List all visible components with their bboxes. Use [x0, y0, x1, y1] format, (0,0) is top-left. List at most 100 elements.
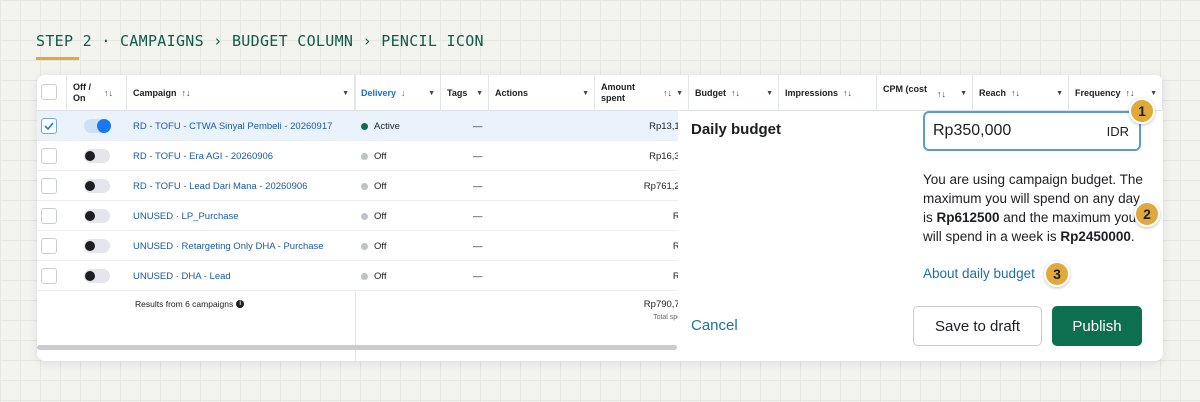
- sort-icon: ↑↓: [1011, 88, 1021, 98]
- status-dot-icon: [361, 182, 368, 190]
- toggle-switch[interactable]: [84, 269, 110, 283]
- amount-spent: Rp13,15: [649, 120, 685, 132]
- toggle-knob: [85, 271, 95, 281]
- chevron-down-icon[interactable]: ▼: [1056, 90, 1063, 97]
- col-campaign[interactable]: Campaign ↑↓ ▼: [127, 75, 355, 111]
- col-amount-label: Amount spent: [601, 82, 635, 103]
- status-dot-icon: [361, 122, 368, 130]
- tags-value: —: [473, 120, 483, 132]
- campaign-name-link[interactable]: UNUSED · Retargeting Only DHA - Purchase: [133, 231, 324, 261]
- delivery-status: Off: [361, 261, 387, 291]
- publish-button[interactable]: Publish: [1052, 306, 1142, 346]
- campaign-name-link[interactable]: RD - TOFU - CTWA Sinyal Pembeli - 202609…: [133, 111, 332, 141]
- cancel-button[interactable]: Cancel: [691, 317, 738, 334]
- max-day-value: Rp612500: [936, 210, 1000, 225]
- toggle-knob: [97, 119, 111, 133]
- chevron-down-icon[interactable]: ▼: [960, 90, 967, 97]
- col-cpm[interactable]: CPM (cost ↑↓ ▼: [877, 75, 973, 111]
- step-badge-2: 2: [1134, 201, 1160, 227]
- col-onoff-label: Off / On: [73, 82, 91, 103]
- campaign-name-link[interactable]: UNUSED · DHA - Lead: [133, 261, 231, 291]
- sort-icon: ↑↓: [731, 88, 740, 98]
- row-checkbox[interactable]: [41, 178, 57, 194]
- toggle-switch[interactable]: [84, 149, 110, 163]
- chevron-down-icon[interactable]: ▼: [582, 90, 589, 97]
- step-badge-1: 1: [1129, 98, 1155, 124]
- step-label: STEP 2 · CAMPAIGNS › BUDGET COLUMN › PEN…: [36, 32, 484, 50]
- toggle-switch[interactable]: [84, 119, 111, 133]
- chevron-down-icon[interactable]: ▼: [766, 90, 773, 97]
- tags-value: —: [473, 240, 483, 252]
- currency-label: IDR: [1106, 124, 1129, 139]
- campaign-name-link[interactable]: RD - TOFU - Lead Dari Mana - 20260906: [133, 171, 307, 201]
- header-select-all[interactable]: [37, 75, 67, 111]
- horizontal-scrollbar[interactable]: [37, 345, 677, 350]
- row-checkbox[interactable]: [41, 238, 57, 254]
- sort-icon: ↑↓: [1125, 88, 1135, 98]
- col-frequency-label: Frequency: [1075, 88, 1121, 98]
- col-amount[interactable]: Amount spent ↑↓ ▼: [595, 75, 689, 111]
- sort-icon: ↑↓: [104, 87, 113, 98]
- sort-icon: ↑↓: [937, 89, 947, 99]
- tags-value: —: [473, 150, 483, 162]
- campaign-name-link[interactable]: UNUSED · LP_Purchase: [133, 201, 239, 231]
- info-icon[interactable]: i: [236, 300, 245, 308]
- chevron-down-icon[interactable]: ▼: [476, 90, 483, 97]
- tags-value: —: [473, 180, 483, 192]
- about-daily-budget-link[interactable]: About daily budget: [923, 266, 1035, 281]
- chevron-down-icon[interactable]: ▼: [342, 90, 349, 97]
- chevron-down-icon[interactable]: ▼: [1150, 90, 1157, 97]
- chevron-down-icon[interactable]: ▼: [428, 90, 435, 97]
- toggle-knob: [85, 181, 95, 191]
- col-actions[interactable]: Actions ▼: [489, 75, 595, 111]
- col-tags[interactable]: Tags ▼: [441, 75, 489, 111]
- sort-icon: ↑↓: [663, 87, 672, 98]
- row-checkbox[interactable]: [41, 148, 57, 164]
- toggle-knob: [85, 241, 95, 251]
- campaign-name-link[interactable]: RD - TOFU - Era AGI - 20260906: [133, 141, 273, 171]
- popover-title: Daily budget: [691, 121, 782, 138]
- delivery-text: Off: [374, 180, 387, 192]
- delivery-text: Off: [374, 210, 387, 222]
- delivery-text: Active: [374, 120, 400, 132]
- col-delivery[interactable]: Delivery ↓ ▼: [355, 75, 441, 111]
- daily-budget-input[interactable]: [933, 120, 1093, 142]
- amount-spent: Rp: [597, 231, 685, 261]
- status-dot-icon: [361, 242, 368, 250]
- toggle-knob: [85, 211, 95, 221]
- delivery-status: Active: [361, 111, 400, 141]
- col-budget[interactable]: Budget ↑↓ ▼: [689, 75, 779, 111]
- row-checkbox[interactable]: [41, 268, 57, 284]
- toggle-switch[interactable]: [84, 239, 110, 253]
- select-all-checkbox[interactable]: [41, 84, 57, 100]
- delivery-status: Off: [361, 201, 387, 231]
- step-underline: [36, 57, 79, 60]
- col-impressions[interactable]: Impressions ↑↓: [779, 75, 877, 111]
- toggle-switch[interactable]: [84, 179, 110, 193]
- max-week-value: Rp2450000: [1060, 229, 1131, 244]
- row-checkbox[interactable]: [41, 208, 57, 224]
- results-text: Results from 6 campaigns: [135, 299, 234, 309]
- budget-info-text: You are using campaign budget. The maxim…: [923, 170, 1148, 246]
- col-onoff[interactable]: Off / On ↑↓: [67, 75, 127, 111]
- col-reach[interactable]: Reach ↑↓ ▼: [973, 75, 1069, 111]
- row-checkbox[interactable]: [41, 118, 57, 134]
- status-dot-icon: [361, 152, 368, 160]
- sort-icon: ↑↓: [843, 88, 853, 98]
- check-icon: [44, 122, 54, 131]
- save-to-draft-button[interactable]: Save to draft: [913, 306, 1042, 346]
- amount-spent: Rp16,32: [649, 150, 685, 162]
- sort-desc-icon: ↓: [401, 88, 406, 98]
- info-text-part: .: [1130, 229, 1135, 244]
- step-badge-3: 3: [1044, 261, 1070, 287]
- budget-input-box[interactable]: IDR: [923, 111, 1141, 151]
- col-actions-label: Actions: [495, 88, 529, 98]
- col-tags-label: Tags: [447, 88, 468, 98]
- chevron-down-icon[interactable]: ▼: [676, 88, 683, 99]
- toggle-switch[interactable]: [84, 209, 110, 223]
- delivery-status: Off: [361, 171, 387, 201]
- amount-caption: Total spen: [653, 314, 685, 321]
- sort-icon: ↑↓: [181, 88, 191, 98]
- tags-value: —: [473, 270, 483, 282]
- results-summary: Results from 6 campaigns i: [135, 299, 245, 309]
